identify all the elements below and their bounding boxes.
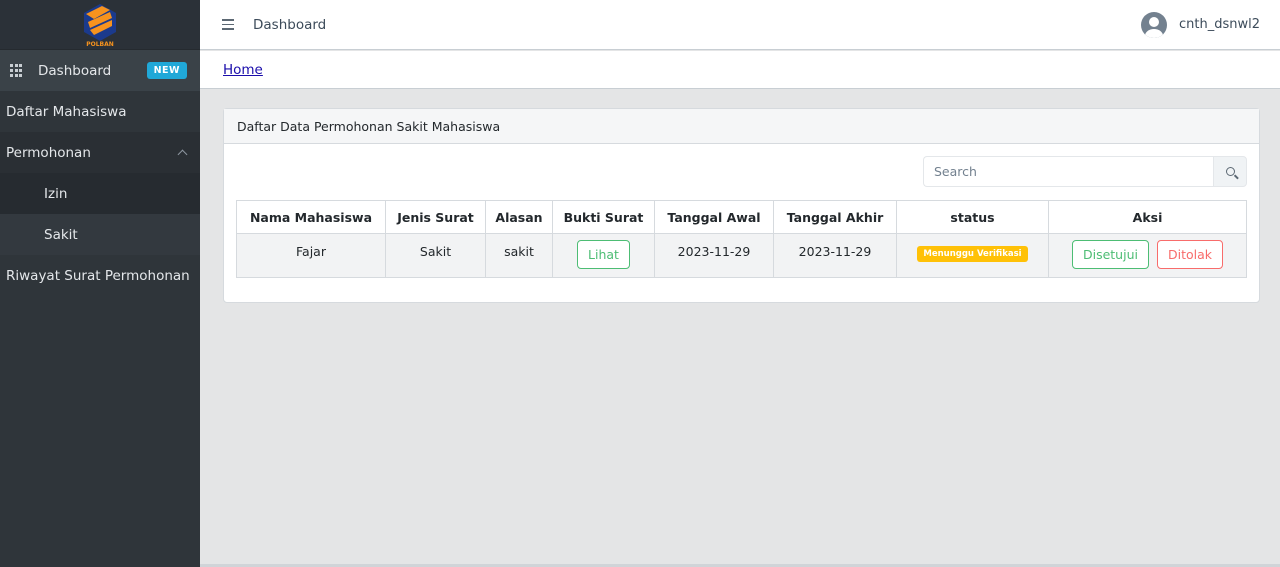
search-group: [923, 156, 1247, 187]
grid-icon: [10, 63, 24, 78]
column-header[interactable]: status: [896, 200, 1049, 234]
data-table: Nama Mahasiswa Jenis Surat Alasan Bukti …: [236, 200, 1247, 278]
column-header[interactable]: Tanggal Akhir: [773, 200, 897, 234]
cell-bukti-surat: Lihat: [552, 233, 655, 278]
sidebar-item-daftar-mahasiswa[interactable]: Daftar Mahasiswa: [0, 91, 200, 132]
table-header-row: Nama Mahasiswa Jenis Surat Alasan Bukti …: [236, 200, 1247, 234]
approve-button[interactable]: Disetujui: [1071, 240, 1149, 269]
column-header[interactable]: Aksi: [1048, 200, 1247, 234]
search-icon: [1225, 167, 1235, 176]
sidebar-item-izin[interactable]: Izin: [0, 173, 200, 214]
cell-aksi: Disetujui Ditolak: [1048, 233, 1247, 278]
sidebar-item-label: Izin: [44, 185, 68, 202]
username[interactable]: cnth_dsnwl2: [1179, 17, 1260, 32]
breadcrumb-home-link[interactable]: Home: [223, 62, 263, 78]
reject-button[interactable]: Ditolak: [1156, 240, 1223, 269]
chevron-up-icon: [177, 149, 188, 160]
sidebar-item-permohonan[interactable]: Permohonan: [0, 132, 200, 173]
column-header[interactable]: Tanggal Awal: [654, 200, 774, 234]
brand-logo[interactable]: POLBAN: [0, 0, 200, 50]
cell-tanggal-awal: 2023-11-29: [654, 233, 774, 278]
sidebar-item-label: Permohonan: [6, 144, 91, 161]
status-badge: Menunggu Verifikasi: [917, 246, 1028, 262]
sidebar-item-dashboard[interactable]: Dashboard NEW: [0, 50, 200, 91]
svg-text:POLBAN: POLBAN: [86, 41, 114, 48]
polban-logo-icon: POLBAN: [84, 3, 116, 48]
new-badge: NEW: [146, 62, 187, 79]
column-header[interactable]: Nama Mahasiswa: [236, 200, 386, 234]
column-header[interactable]: Jenis Surat: [385, 200, 486, 234]
top-header: Dashboard cnth_dsnwl2: [200, 0, 1280, 50]
cell-alasan: sakit: [485, 233, 553, 278]
breadcrumb: Home: [200, 51, 1280, 89]
header-title[interactable]: Dashboard: [253, 17, 326, 33]
cell-tanggal-akhir: 2023-11-29: [773, 233, 897, 278]
cell-status: Menunggu Verifikasi: [896, 233, 1049, 278]
cell-nama: Fajar: [236, 233, 386, 278]
sidebar-item-sakit[interactable]: Sakit: [0, 214, 200, 255]
sidebar-item-label: Dashboard: [38, 62, 112, 79]
sidebar-item-label: Daftar Mahasiswa: [6, 103, 127, 120]
column-header[interactable]: Alasan: [485, 200, 553, 234]
sidebar-item-label: Sakit: [44, 226, 78, 243]
view-proof-button[interactable]: Lihat: [577, 240, 630, 269]
sidebar-item-riwayat[interactable]: Riwayat Surat Permohonan: [0, 255, 200, 296]
user-menu[interactable]: cnth_dsnwl2: [1140, 11, 1260, 38]
menu-toggle-icon[interactable]: [222, 19, 234, 30]
sidebar-item-label: Riwayat Surat Permohonan: [6, 267, 190, 284]
sidebar: POLBAN Dashboard NEW Daftar Mahasiswa Pe…: [0, 0, 200, 567]
search-input[interactable]: [923, 156, 1213, 187]
cell-jenis-surat: Sakit: [385, 233, 486, 278]
table-row: Fajar Sakit sakit Lihat 2023-11-29 2023-…: [236, 233, 1247, 278]
search-button[interactable]: [1213, 156, 1247, 187]
column-header[interactable]: Bukti Surat: [552, 200, 655, 234]
user-avatar-icon[interactable]: [1140, 11, 1167, 38]
card-title: Daftar Data Permohonan Sakit Mahasiswa: [224, 109, 1259, 144]
data-card: Daftar Data Permohonan Sakit Mahasiswa N…: [223, 108, 1260, 303]
